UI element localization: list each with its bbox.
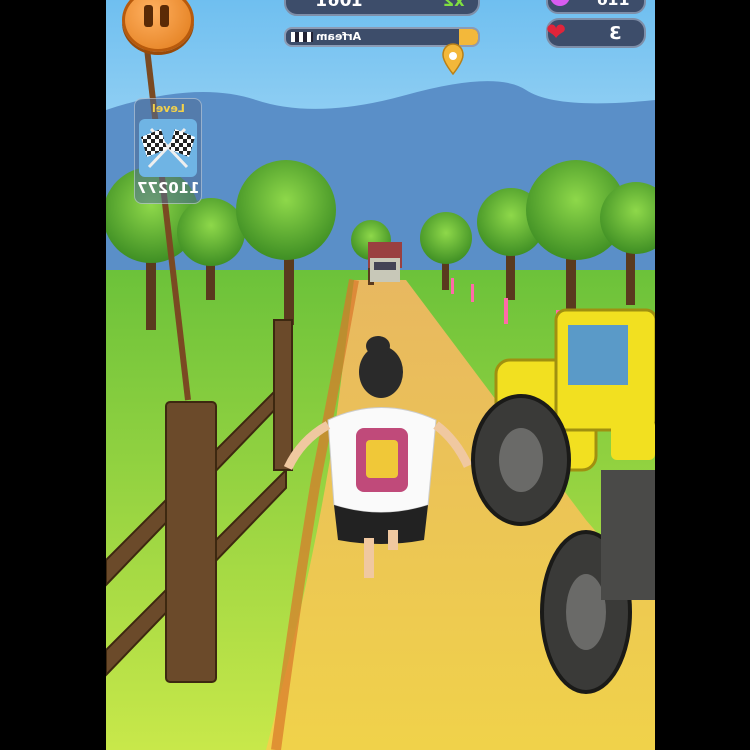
pause-icon	[144, 5, 153, 27]
progress-player-name: Arfeam	[316, 30, 362, 43]
lives-counter: ❤ 3	[546, 18, 646, 48]
level-number: 110277	[136, 179, 200, 197]
lives-count: 3	[609, 23, 622, 44]
gem-icon	[550, 0, 570, 6]
gem-counter: 116	[546, 0, 646, 14]
level-label: Level	[151, 102, 185, 115]
score-display: 1061 x2	[284, 0, 480, 16]
gem-count: 116	[597, 0, 630, 9]
pause-icon-bar	[160, 5, 169, 27]
checkered-flag-icon	[291, 32, 313, 42]
score-value: 1061	[316, 0, 364, 11]
score-multiplier: x2	[442, 0, 464, 10]
location-pin-icon	[442, 43, 464, 76]
level-panel: Level 110277	[134, 98, 202, 204]
checkered-flags-icon	[139, 119, 197, 177]
heart-icon: ❤	[546, 19, 567, 46]
distant-truck	[368, 242, 402, 282]
game-viewport[interactable]: 1061 x2 116 ❤ 3 Arfeam Level	[106, 0, 655, 750]
